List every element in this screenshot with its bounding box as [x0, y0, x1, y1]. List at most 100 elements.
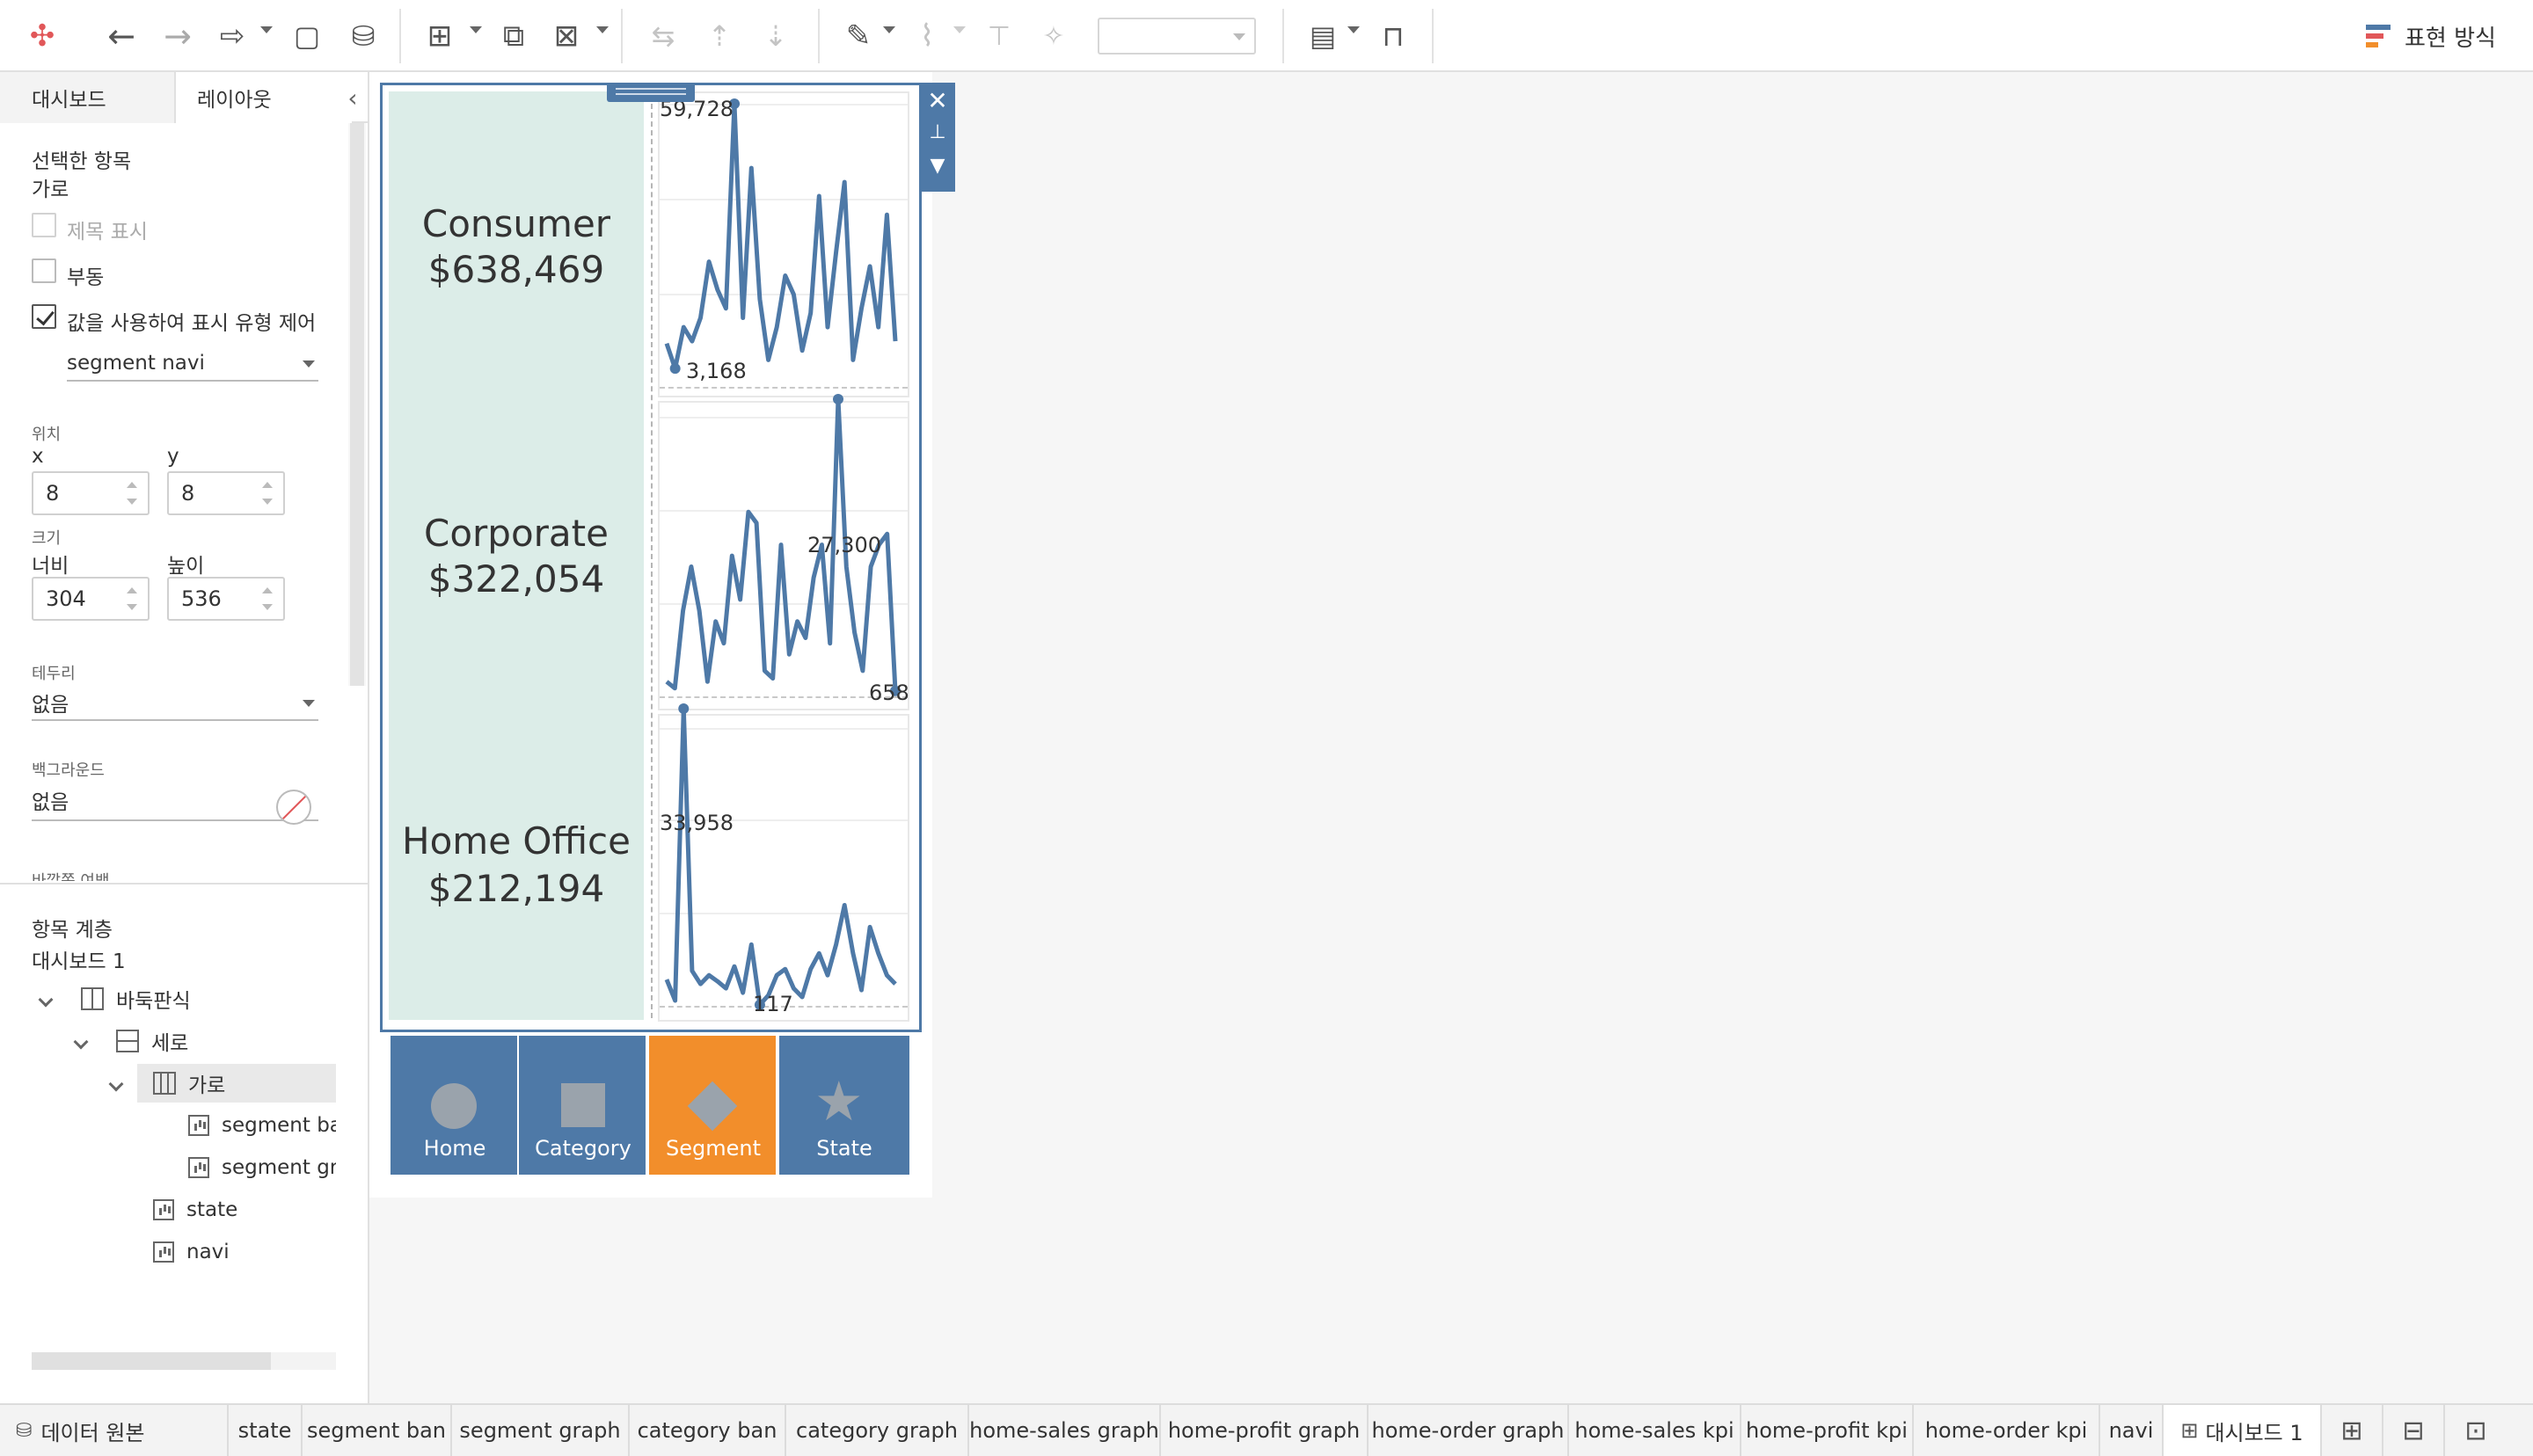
nav-label: Category: [535, 1136, 631, 1161]
background-dropdown[interactable]: 없음: [32, 781, 318, 821]
tree-item-state[interactable]: state: [153, 1190, 336, 1229]
show-title-checkbox[interactable]: [32, 213, 56, 237]
nav-label: Home: [423, 1136, 486, 1161]
sort-descending-icon[interactable]: ⇣: [753, 14, 799, 58]
diamond-icon: [687, 1081, 738, 1132]
pane-vertical-scrollbar[interactable]: [348, 123, 366, 686]
selected-container-frame[interactable]: [380, 83, 922, 1032]
control-visibility-checkbox[interactable]: [32, 304, 56, 329]
tree-item-navi[interactable]: navi: [153, 1233, 336, 1271]
tab-navi[interactable]: navi: [2100, 1405, 2164, 1456]
tab-home-order-graph[interactable]: home-order graph: [1369, 1405, 1569, 1456]
border-dropdown[interactable]: 없음: [32, 686, 318, 721]
label-icon[interactable]: ⊤: [975, 14, 1024, 58]
tab-home-profit-graph[interactable]: home-profit graph: [1161, 1405, 1369, 1456]
nav-home-button[interactable]: Home: [391, 1036, 519, 1175]
new-data-source-icon[interactable]: ⛁: [341, 14, 385, 58]
tableau-logo-icon[interactable]: ✣: [21, 14, 63, 58]
control-visibility-label: 값을 사용하여 표시 유형 제어: [67, 312, 317, 335]
x-label: x: [32, 445, 44, 468]
y-input[interactable]: 8: [167, 471, 285, 515]
tree-item-segment-graph[interactable]: segment graph: [188, 1148, 336, 1187]
tab-dashboard[interactable]: 대시보드: [0, 72, 176, 123]
duplicate-sheet-icon[interactable]: ⧉: [491, 14, 537, 58]
width-input[interactable]: 304: [32, 577, 150, 621]
visibility-field-dropdown[interactable]: segment navi: [67, 346, 318, 382]
tab-home-order-kpi[interactable]: home-order kpi: [1914, 1405, 2100, 1456]
replay-icon[interactable]: ⇨: [208, 14, 257, 58]
background-label: 백그라운드: [32, 761, 105, 780]
group-icon[interactable]: ⌇: [906, 14, 948, 58]
tree-horizontal-scrollbar[interactable]: [32, 1352, 336, 1370]
group-caret[interactable]: [953, 26, 966, 33]
expand-chevron-icon[interactable]: [102, 1072, 137, 1095]
tree-item-tiled[interactable]: 바둑판식: [32, 979, 336, 1018]
toolbar-separator: [621, 9, 623, 63]
sheet-tab-bar: ⛁ 데이터 원본 state segment ban segment graph…: [0, 1403, 2533, 1456]
tab-segment-graph[interactable]: segment graph: [452, 1405, 630, 1456]
new-story-icon[interactable]: ⊡: [2445, 1405, 2507, 1456]
new-worksheet-icon[interactable]: ⊞: [417, 14, 463, 58]
show-cards-caret[interactable]: [1347, 26, 1360, 33]
tab-data-source[interactable]: ⛁ 데이터 원본: [0, 1405, 229, 1456]
tree-item-vertical[interactable]: 세로: [67, 1022, 336, 1060]
more-options-chevron-icon[interactable]: ▼: [920, 155, 955, 177]
tab-layout[interactable]: 레이아웃: [176, 72, 352, 123]
floating-label: 부동: [67, 266, 105, 289]
close-icon[interactable]: ✕: [920, 86, 955, 115]
redo-icon[interactable]: →: [155, 14, 201, 58]
presentation-icon[interactable]: ⊓: [1370, 14, 1416, 58]
nav-category-button[interactable]: Category: [519, 1036, 647, 1175]
replay-dropdown-caret[interactable]: [260, 26, 273, 33]
worksheet-icon: [188, 1157, 209, 1178]
nav-segment-button[interactable]: Segment: [649, 1036, 777, 1175]
collapse-pane-icon[interactable]: ‹: [338, 72, 368, 123]
pin-icon[interactable]: ⊥: [920, 121, 955, 143]
tree-item-horizontal[interactable]: 가로: [137, 1064, 336, 1103]
tab-home-sales-graph[interactable]: home-sales graph: [969, 1405, 1161, 1456]
highlight-caret[interactable]: [883, 26, 895, 33]
height-input[interactable]: 536: [167, 577, 285, 621]
show-me-button[interactable]: 표현 방식: [2366, 18, 2496, 55]
container-controls: ✕ ⊥ ▼: [920, 83, 955, 192]
toolbar-separator: [1282, 9, 1284, 63]
floating-checkbox[interactable]: [32, 258, 56, 283]
clear-sheet-icon[interactable]: ⊠: [544, 14, 589, 58]
width-value: 304: [46, 586, 86, 611]
hierarchy-root: 대시보드 1: [32, 950, 126, 973]
expand-chevron-icon[interactable]: [32, 987, 81, 1010]
scroll-thumb[interactable]: [32, 1352, 271, 1370]
nav-state-button[interactable]: ★ State: [779, 1036, 909, 1175]
undo-icon[interactable]: ←: [99, 14, 144, 58]
show-me-icon: [2366, 23, 2392, 49]
highlight-icon[interactable]: ✎: [837, 14, 880, 58]
tree-item-segment-ban[interactable]: segment ban: [188, 1106, 336, 1145]
pane-divider[interactable]: [0, 883, 368, 885]
tab-category-ban[interactable]: category ban: [630, 1405, 786, 1456]
swap-icon[interactable]: ⇆: [640, 14, 686, 58]
tab-state[interactable]: state: [229, 1405, 303, 1456]
tab-category-graph[interactable]: category graph: [786, 1405, 969, 1456]
x-input[interactable]: 8: [32, 471, 150, 515]
position-label: 위치: [32, 426, 62, 444]
no-color-swatch-icon[interactable]: [276, 790, 311, 825]
expand-chevron-icon[interactable]: [67, 1030, 116, 1052]
show-cards-icon[interactable]: ▤: [1300, 14, 1346, 58]
new-dashboard-icon[interactable]: ⊟: [2383, 1405, 2445, 1456]
pin-icon[interactable]: ✧: [1031, 14, 1077, 58]
fit-dropdown[interactable]: [1098, 18, 1256, 55]
move-handle[interactable]: [607, 83, 695, 102]
tree-item-label: segment ban: [222, 1114, 336, 1137]
sort-ascending-icon[interactable]: ⇡: [697, 14, 742, 58]
save-icon[interactable]: ▢: [285, 14, 329, 58]
tab-dashboard-1[interactable]: ⊞ 대시보드 1: [2164, 1405, 2322, 1456]
scroll-thumb[interactable]: [350, 123, 364, 686]
toolbar-separator: [1432, 9, 1434, 63]
tab-home-profit-kpi[interactable]: home-profit kpi: [1741, 1405, 1914, 1456]
pane-tabs: 대시보드 레이아웃 ‹: [0, 72, 368, 123]
new-worksheet-icon[interactable]: ⊞: [2322, 1405, 2383, 1456]
tab-home-sales-kpi[interactable]: home-sales kpi: [1569, 1405, 1741, 1456]
new-worksheet-caret[interactable]: [470, 26, 482, 33]
tab-segment-ban[interactable]: segment ban: [303, 1405, 452, 1456]
clear-sheet-caret[interactable]: [596, 26, 609, 33]
